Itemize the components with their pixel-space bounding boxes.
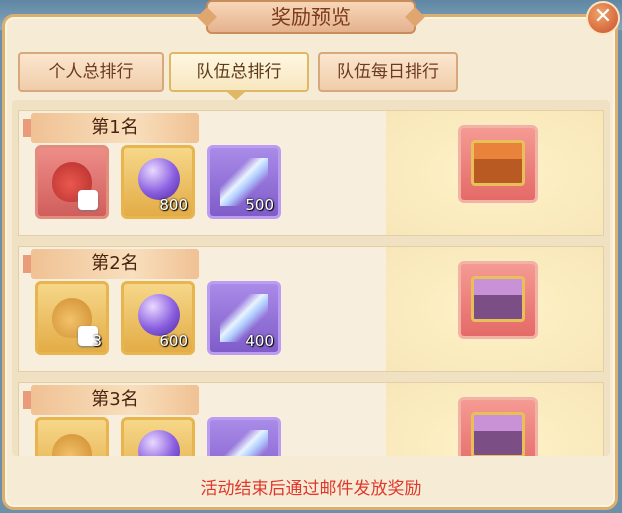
- reward-item[interactable]: 500: [207, 145, 281, 219]
- reward-item[interactable]: 400: [207, 281, 281, 355]
- panel-title: 奖励预览: [206, 0, 416, 34]
- rank-label: 第2名: [31, 249, 199, 279]
- rank-chest[interactable]: [458, 397, 538, 456]
- active-tab-indicator: [227, 92, 245, 100]
- reward-item[interactable]: 600: [121, 281, 195, 355]
- reward-item[interactable]: [35, 145, 109, 219]
- reward-list[interactable]: 第1名 800 500 第2名 3 600 400 第3名: [12, 100, 610, 456]
- close-icon: ✕: [593, 4, 613, 29]
- reward-notice: 活动结束后通过邮件发放奖励: [200, 479, 422, 499]
- reward-row: 第2名 3 600 400: [18, 246, 604, 372]
- item-quantity: 500: [245, 196, 274, 214]
- dice-icon: [78, 190, 98, 210]
- treasure-chest-icon: [471, 276, 525, 322]
- reward-row: 第1名 800 500: [18, 110, 604, 236]
- item-quantity: 3: [92, 332, 102, 350]
- treasure-chest-icon: [471, 412, 525, 456]
- reward-item[interactable]: [207, 417, 281, 456]
- chest-area: [386, 111, 603, 235]
- tab-team-daily-ranking[interactable]: 队伍每日排行: [318, 52, 458, 92]
- item-quantity: 800: [159, 196, 188, 214]
- reward-row: 第3名: [18, 382, 604, 456]
- reward-item[interactable]: 3: [35, 281, 109, 355]
- rank-chest[interactable]: [458, 125, 538, 203]
- purple-orb-icon: [138, 430, 180, 456]
- reward-item[interactable]: [35, 417, 109, 456]
- treasure-chest-icon: [471, 140, 525, 186]
- feather-icon: [220, 430, 268, 456]
- rank-label: 第1名: [31, 113, 199, 143]
- tab-team-total-ranking[interactable]: 队伍总排行: [169, 52, 309, 92]
- item-quantity: 600: [159, 332, 188, 350]
- rank-chest[interactable]: [458, 261, 538, 339]
- chest-area: [386, 383, 603, 456]
- reward-item[interactable]: 800: [121, 145, 195, 219]
- purple-orb-icon: [138, 158, 180, 200]
- lucky-bag-icon: [52, 434, 92, 456]
- rank-label: 第3名: [31, 385, 199, 415]
- close-button[interactable]: ✕: [586, 1, 620, 35]
- reward-item[interactable]: [121, 417, 195, 456]
- purple-orb-icon: [138, 294, 180, 336]
- item-quantity: 400: [245, 332, 274, 350]
- tab-personal-total-ranking[interactable]: 个人总排行: [18, 52, 164, 92]
- chest-area: [386, 247, 603, 371]
